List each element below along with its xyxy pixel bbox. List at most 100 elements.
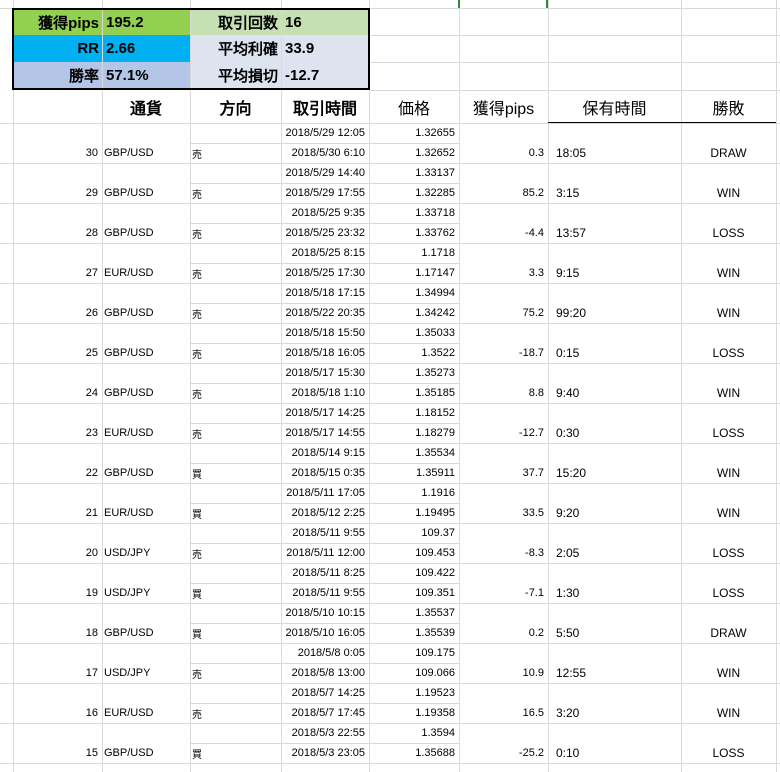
trade-exit-time[interactable]: 2018/5/10 16:05 bbox=[281, 623, 369, 643]
trade-pips[interactable]: -7.1 bbox=[459, 583, 548, 603]
trade-pips[interactable]: 37.7 bbox=[459, 463, 548, 483]
trade-number[interactable]: 21 bbox=[13, 503, 102, 523]
trade-entry-time[interactable]: 2018/5/8 0:05 bbox=[281, 643, 369, 663]
trade-entry-time[interactable]: 2018/5/18 15:50 bbox=[281, 323, 369, 343]
trade-exit-price[interactable]: 1.32285 bbox=[369, 183, 459, 203]
trade-direction[interactable]: 売 bbox=[190, 703, 281, 723]
trade-number[interactable]: 22 bbox=[13, 463, 102, 483]
trade-direction[interactable]: 売 bbox=[190, 423, 281, 443]
header-pips[interactable]: 獲得pips bbox=[459, 91, 548, 123]
trade-pair[interactable]: GBP/USD bbox=[102, 463, 190, 483]
trade-pips[interactable]: 33.5 bbox=[459, 503, 548, 523]
trade-pair[interactable]: USD/JPY bbox=[102, 583, 190, 603]
trade-exit-price[interactable]: 1.19358 bbox=[369, 703, 459, 723]
trade-hold-time[interactable]: 1:30 bbox=[548, 583, 681, 603]
trade-exit-price[interactable]: 1.35688 bbox=[369, 743, 459, 763]
trade-hold-time[interactable]: 9:15 bbox=[548, 263, 681, 283]
trade-number[interactable]: 26 bbox=[13, 303, 102, 323]
trade-exit-price[interactable]: 1.19495 bbox=[369, 503, 459, 523]
trade-exit-time[interactable]: 2018/5/17 14:55 bbox=[281, 423, 369, 443]
trade-exit-time[interactable]: 2018/5/18 1:10 bbox=[281, 383, 369, 403]
trade-entry-time[interactable]: 2018/5/29 14:40 bbox=[281, 163, 369, 183]
trade-number[interactable]: 25 bbox=[13, 343, 102, 363]
trade-exit-price[interactable]: 109.351 bbox=[369, 583, 459, 603]
trade-pips[interactable]: 0.2 bbox=[459, 623, 548, 643]
trade-result[interactable]: WIN bbox=[681, 383, 776, 403]
trade-pips[interactable]: 0.3 bbox=[459, 143, 548, 163]
trade-exit-price[interactable]: 1.35185 bbox=[369, 383, 459, 403]
trade-number[interactable]: 30 bbox=[13, 143, 102, 163]
trade-result[interactable]: LOSS bbox=[681, 343, 776, 363]
trade-result[interactable]: LOSS bbox=[681, 223, 776, 243]
trade-direction[interactable]: 売 bbox=[190, 183, 281, 203]
trade-exit-price[interactable]: 1.18279 bbox=[369, 423, 459, 443]
trade-exit-price[interactable]: 109.453 bbox=[369, 543, 459, 563]
trade-pips[interactable]: -25.2 bbox=[459, 743, 548, 763]
trade-direction[interactable]: 売 bbox=[190, 263, 281, 283]
trade-entry-price[interactable]: 109.422 bbox=[369, 563, 459, 583]
trade-number[interactable]: 24 bbox=[13, 383, 102, 403]
trade-pips[interactable]: 3.3 bbox=[459, 263, 548, 283]
trade-direction[interactable]: 買 bbox=[190, 463, 281, 483]
trade-entry-price[interactable]: 109.37 bbox=[369, 523, 459, 543]
trade-pair[interactable]: GBP/USD bbox=[102, 343, 190, 363]
trade-pair[interactable]: GBP/USD bbox=[102, 143, 190, 163]
trade-exit-time[interactable]: 2018/5/29 17:55 bbox=[281, 183, 369, 203]
trade-hold-time[interactable]: 9:20 bbox=[548, 503, 681, 523]
trade-direction[interactable]: 買 bbox=[190, 623, 281, 643]
trade-pair[interactable]: EUR/USD bbox=[102, 263, 190, 283]
trade-exit-time[interactable]: 2018/5/25 23:32 bbox=[281, 223, 369, 243]
trade-hold-time[interactable]: 0:15 bbox=[548, 343, 681, 363]
trade-hold-time[interactable]: 12:55 bbox=[548, 663, 681, 683]
trade-hold-time[interactable]: 3:15 bbox=[548, 183, 681, 203]
trade-entry-time[interactable]: 2018/5/18 17:15 bbox=[281, 283, 369, 303]
trade-result[interactable]: WIN bbox=[681, 263, 776, 283]
trade-exit-time[interactable]: 2018/5/18 16:05 bbox=[281, 343, 369, 363]
trade-result[interactable]: LOSS bbox=[681, 543, 776, 563]
trade-entry-time[interactable]: 2018/5/29 12:05 bbox=[281, 123, 369, 143]
trade-hold-time[interactable]: 0:30 bbox=[548, 423, 681, 443]
trade-exit-time[interactable]: 2018/5/3 23:05 bbox=[281, 743, 369, 763]
trade-result[interactable]: WIN bbox=[681, 703, 776, 723]
trade-pips[interactable]: 8.8 bbox=[459, 383, 548, 403]
trade-exit-price[interactable]: 1.35911 bbox=[369, 463, 459, 483]
trade-hold-time[interactable]: 9:40 bbox=[548, 383, 681, 403]
trade-pair[interactable]: GBP/USD bbox=[102, 383, 190, 403]
trade-entry-price[interactable]: 1.34994 bbox=[369, 283, 459, 303]
trade-entry-time[interactable]: 2018/5/10 10:15 bbox=[281, 603, 369, 623]
trade-hold-time[interactable]: 15:20 bbox=[548, 463, 681, 483]
header-hold-time[interactable]: 保有時間 bbox=[548, 91, 681, 123]
trade-exit-time[interactable]: 2018/5/30 6:10 bbox=[281, 143, 369, 163]
trade-pair[interactable]: EUR/USD bbox=[102, 703, 190, 723]
trade-pair[interactable]: EUR/USD bbox=[102, 503, 190, 523]
trade-hold-time[interactable]: 5:50 bbox=[548, 623, 681, 643]
trade-exit-time[interactable]: 2018/5/7 17:45 bbox=[281, 703, 369, 723]
trade-entry-price[interactable]: 1.32655 bbox=[369, 123, 459, 143]
trade-result[interactable]: DRAW bbox=[681, 143, 776, 163]
trade-hold-time[interactable]: 99:20 bbox=[548, 303, 681, 323]
trade-entry-price[interactable]: 1.3594 bbox=[369, 723, 459, 743]
trade-pair[interactable]: GBP/USD bbox=[102, 223, 190, 243]
trade-exit-time[interactable]: 2018/5/22 20:35 bbox=[281, 303, 369, 323]
trade-entry-price[interactable]: 1.35537 bbox=[369, 603, 459, 623]
trade-direction[interactable]: 売 bbox=[190, 143, 281, 163]
trade-direction[interactable]: 売 bbox=[190, 223, 281, 243]
trade-result[interactable]: WIN bbox=[681, 183, 776, 203]
header-price[interactable]: 価格 bbox=[369, 91, 459, 123]
trade-pair[interactable]: GBP/USD bbox=[102, 743, 190, 763]
trade-pair[interactable]: GBP/USD bbox=[102, 183, 190, 203]
trade-entry-price[interactable]: 1.1916 bbox=[369, 483, 459, 503]
trade-direction[interactable]: 売 bbox=[190, 343, 281, 363]
trade-pair[interactable]: USD/JPY bbox=[102, 663, 190, 683]
trade-entry-price[interactable]: 109.175 bbox=[369, 643, 459, 663]
trade-pips[interactable]: 85.2 bbox=[459, 183, 548, 203]
trade-entry-time[interactable]: 2018/5/25 9:35 bbox=[281, 203, 369, 223]
trade-entry-price[interactable]: 1.33137 bbox=[369, 163, 459, 183]
trade-number[interactable]: 28 bbox=[13, 223, 102, 243]
trade-hold-time[interactable]: 3:20 bbox=[548, 703, 681, 723]
trade-hold-time[interactable]: 13:57 bbox=[548, 223, 681, 243]
trade-entry-time[interactable]: 2018/5/11 8:25 bbox=[281, 563, 369, 583]
trade-entry-time[interactable]: 2018/5/17 14:25 bbox=[281, 403, 369, 423]
trade-number[interactable]: 23 bbox=[13, 423, 102, 443]
trade-exit-time[interactable]: 2018/5/25 17:30 bbox=[281, 263, 369, 283]
